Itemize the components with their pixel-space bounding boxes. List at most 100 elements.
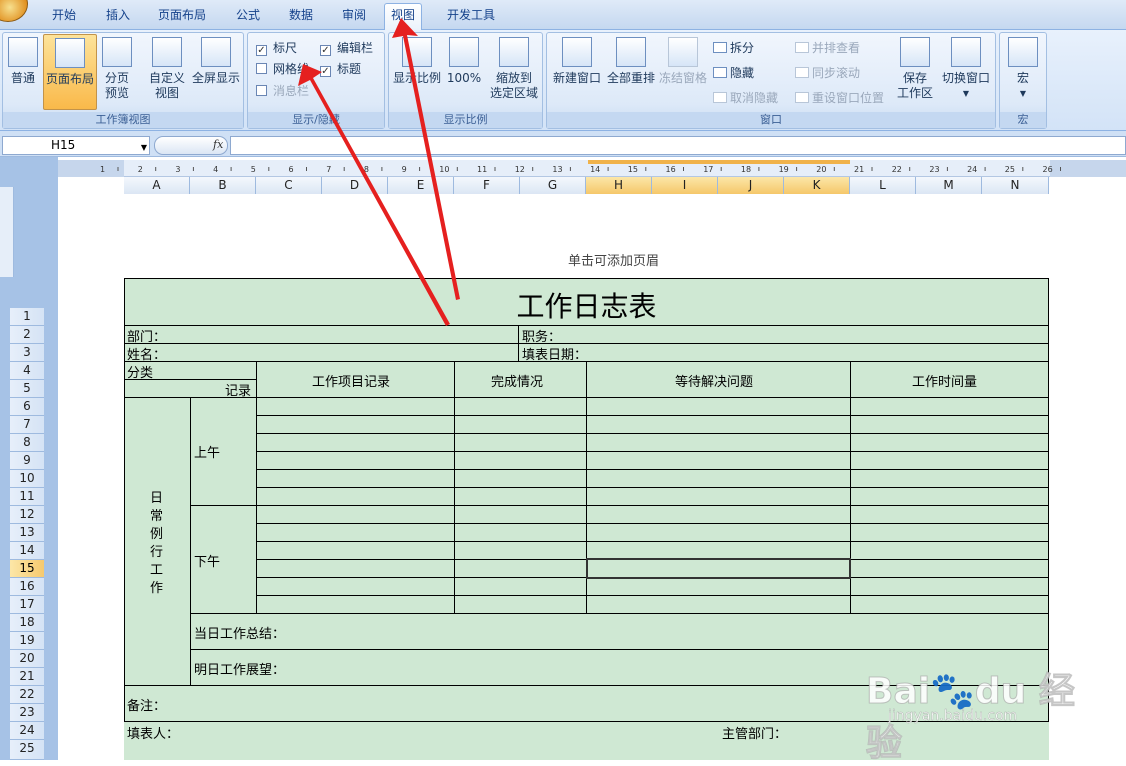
column-header-d[interactable]: D [322, 177, 388, 194]
afternoon-label: 下午 [194, 555, 221, 570]
row-header-2[interactable]: 2 [10, 326, 44, 344]
row-header-15[interactable]: 15 [10, 560, 44, 578]
paw-icon: 🐾 [930, 671, 976, 713]
column-header-k[interactable]: K [784, 177, 850, 194]
column-header-h[interactable]: H [586, 177, 652, 194]
page-layout-view-button[interactable]: 页面布局 [43, 34, 97, 110]
switch-windows-button[interactable]: 切换窗口 ▼ [939, 37, 993, 101]
ruler-number: 18 [741, 165, 751, 174]
grid-line [190, 613, 1049, 614]
normal-view-button[interactable]: 普通 [5, 37, 41, 86]
column-header-g[interactable]: G [520, 177, 586, 194]
fx-icon[interactable]: fx [213, 138, 223, 151]
row-header-6[interactable]: 6 [10, 398, 44, 416]
row-header-25[interactable]: 25 [10, 740, 44, 760]
column-header-m[interactable]: M [916, 177, 982, 194]
tab-developer[interactable]: 开发工具 [441, 6, 501, 30]
row-header-20[interactable]: 20 [10, 650, 44, 668]
column-header-n[interactable]: N [982, 177, 1049, 194]
daily-routine-char: 例 [150, 527, 164, 542]
row-header-3[interactable]: 3 [10, 344, 44, 362]
daily-summary-label: 当日工作总结： [194, 627, 286, 642]
switch-windows-icon [951, 37, 981, 67]
row-header-17[interactable]: 17 [10, 596, 44, 614]
row-header-23[interactable]: 23 [10, 704, 44, 722]
row-header-4[interactable]: 4 [10, 362, 44, 380]
ruler-number: 23 [929, 165, 939, 174]
fill-date-label: 填表日期： [522, 348, 588, 363]
row-header-5[interactable]: 5 [10, 380, 44, 398]
row-header-16[interactable]: 16 [10, 578, 44, 596]
zoom-button[interactable]: 显示比例 [391, 37, 443, 86]
ruler-number: 3 [175, 165, 180, 174]
column-header-c[interactable]: C [256, 177, 322, 194]
column-header-f[interactable]: F [454, 177, 520, 194]
selected-cell-h15[interactable] [586, 558, 851, 579]
row-header-13[interactable]: 13 [10, 524, 44, 542]
tab-insert[interactable]: 插入 [100, 6, 136, 30]
ruler-number: 10 [439, 165, 449, 174]
group-show-hide: ✓ 标尺 网格线 消息栏 ✓ 编辑栏 ✓ 标题 显示/隐藏 [247, 32, 385, 129]
row-header-19[interactable]: 19 [10, 632, 44, 650]
column-header-e[interactable]: E [388, 177, 454, 194]
tab-view[interactable]: 视图 [384, 3, 423, 31]
ruler-number: 17 [703, 165, 713, 174]
ruler-number: 8 [364, 165, 369, 174]
normal-view-icon [8, 37, 38, 67]
row-header-24[interactable]: 24 [10, 722, 44, 740]
grid-line [124, 278, 1049, 279]
hide-button[interactable]: 隐藏 [713, 64, 754, 81]
save-workspace-button[interactable]: 保存 工作区 [895, 37, 935, 101]
row-header-1[interactable]: 1 [10, 308, 44, 326]
daily-routine-char: 日 [150, 491, 164, 506]
header-placeholder[interactable]: 单击可添加页眉 [568, 250, 659, 269]
row-header-12[interactable]: 12 [10, 506, 44, 524]
formula-bar-checkbox[interactable]: ✓ 编辑栏 [320, 39, 373, 56]
zoom-to-selection-button[interactable]: 缩放到 选定区域 [487, 37, 541, 101]
sync-scroll-button[interactable]: 同步滚动 [795, 64, 860, 81]
zoom-100-button[interactable]: 100% [445, 37, 483, 86]
group-workbook-views: 普通 页面布局 分页 预览 自定义 视图 全屏显示 工作簿视图 [2, 32, 244, 129]
column-header-j[interactable]: J [718, 177, 784, 194]
reset-window-position-button[interactable]: 重设窗口位置 [795, 89, 884, 106]
custom-views-button[interactable]: 自定义 视图 [145, 37, 189, 101]
tab-data[interactable]: 数据 [283, 6, 319, 30]
column-header-a[interactable]: A [124, 177, 190, 194]
tab-formulas[interactable]: 公式 [230, 6, 266, 30]
row-header-22[interactable]: 22 [10, 686, 44, 704]
headings-checkbox[interactable]: ✓ 标题 [320, 60, 361, 77]
chevron-down-icon[interactable]: ▼ [141, 139, 147, 156]
ruler-checkbox[interactable]: ✓ 标尺 [256, 39, 297, 56]
row-header-14[interactable]: 14 [10, 542, 44, 560]
row-header-18[interactable]: 18 [10, 614, 44, 632]
split-button[interactable]: 拆分 [713, 39, 754, 56]
row-header-21[interactable]: 21 [10, 668, 44, 686]
tab-page-layout[interactable]: 页面布局 [152, 6, 212, 30]
row-header-7[interactable]: 7 [10, 416, 44, 434]
morning-label: 上午 [194, 446, 221, 461]
page-break-preview-button[interactable]: 分页 预览 [99, 37, 135, 101]
column-header-l[interactable]: L [850, 177, 916, 194]
macros-button[interactable]: 宏 ▼ [1006, 37, 1040, 101]
arrange-all-button[interactable]: 全部重排 [605, 37, 657, 86]
unhide-button[interactable]: 取消隐藏 [713, 89, 778, 106]
office-button[interactable] [0, 0, 28, 22]
freeze-panes-button[interactable]: 冻结窗格 [657, 37, 709, 86]
row-header-10[interactable]: 10 [10, 470, 44, 488]
fullscreen-button[interactable]: 全屏显示 [189, 37, 243, 86]
row-header-11[interactable]: 11 [10, 488, 44, 506]
message-bar-checkbox[interactable]: 消息栏 [256, 82, 309, 99]
new-window-button[interactable]: 新建窗口 [551, 37, 603, 86]
column-header-i[interactable]: I [652, 177, 718, 194]
row-header-8[interactable]: 8 [10, 434, 44, 452]
name-box[interactable]: H15 ▼ [2, 136, 150, 155]
tab-home[interactable]: 开始 [46, 6, 82, 30]
column-header-b[interactable]: B [190, 177, 256, 194]
side-by-side-button[interactable]: 并排查看 [795, 39, 860, 56]
gridlines-checkbox[interactable]: 网格线 [256, 60, 309, 77]
group-label-show-hide: 显示/隐藏 [248, 112, 384, 128]
row-header-9[interactable]: 9 [10, 452, 44, 470]
position-label: 职务： [522, 330, 562, 345]
tab-review[interactable]: 审阅 [336, 6, 372, 30]
formula-input[interactable] [230, 136, 1126, 155]
